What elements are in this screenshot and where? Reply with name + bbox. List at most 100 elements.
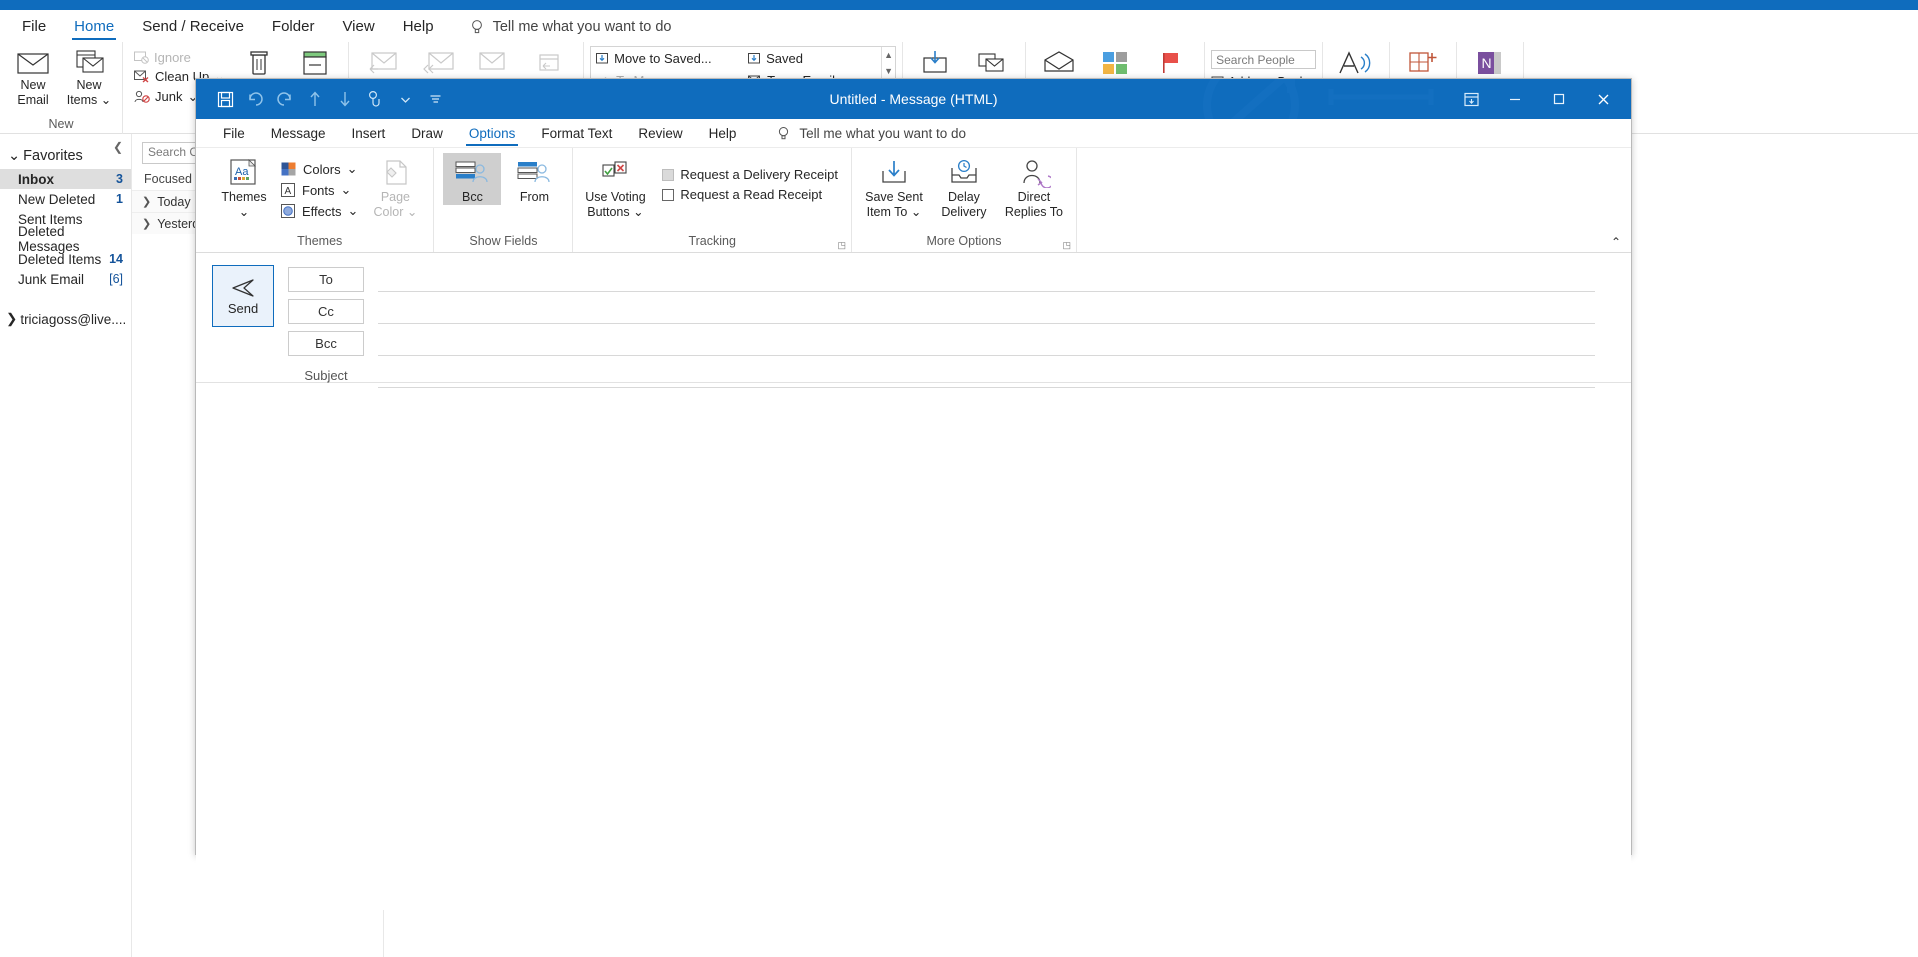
reply-button[interactable]: [355, 46, 409, 78]
up-icon[interactable]: [302, 86, 328, 112]
save-icon[interactable]: [212, 86, 238, 112]
move-icon: [921, 48, 951, 78]
msg-tab-draw[interactable]: Draw: [398, 124, 456, 147]
undo-icon[interactable]: [242, 86, 268, 112]
follow-up-button[interactable]: [1144, 46, 1198, 78]
tab-help[interactable]: Help: [389, 15, 448, 42]
msg-tell-me-search[interactable]: Tell me what you want to do: [777, 126, 966, 147]
save-sent-item-to-button[interactable]: Save Sent Item To ⌄: [861, 153, 927, 220]
delete-button[interactable]: [232, 46, 286, 78]
touch-mode-icon[interactable]: [362, 86, 388, 112]
scroll-down-icon[interactable]: ▼: [882, 63, 895, 79]
delay-delivery-button[interactable]: Delay Delivery: [931, 153, 997, 220]
from-toggle-button[interactable]: From: [505, 153, 563, 205]
tab-file[interactable]: File: [8, 15, 60, 42]
cc-button[interactable]: Cc: [288, 299, 364, 324]
rules-button[interactable]: [965, 46, 1019, 78]
redo-icon[interactable]: [272, 86, 298, 112]
sidebar-item-deleted-items[interactable]: Deleted Items 14: [0, 249, 131, 269]
tab-view[interactable]: View: [328, 15, 388, 42]
chevron-down-icon: ⌄: [340, 182, 352, 197]
tab-home[interactable]: Home: [60, 15, 128, 42]
favorites-label: Favorites: [23, 148, 83, 164]
sidebar-item-junk-email[interactable]: Junk Email [6]: [0, 269, 131, 289]
unread-read-button[interactable]: [1032, 46, 1086, 78]
categorize-button[interactable]: [1088, 46, 1142, 78]
flag-icon: [1158, 48, 1184, 78]
scroll-up-icon[interactable]: ▲: [882, 47, 895, 63]
fonts-button[interactable]: A Fonts ⌄: [277, 180, 362, 200]
msg-tab-format-text[interactable]: Format Text: [528, 124, 625, 147]
new-items-button[interactable]: New Items ⌄: [62, 46, 116, 108]
tab-send-receive[interactable]: Send / Receive: [128, 15, 258, 42]
message-window-title-bar[interactable]: Untitled - Message (HTML): [196, 79, 1631, 119]
down-icon[interactable]: [332, 86, 358, 112]
request-read-receipt-checkbox[interactable]: Request a Read Receipt: [658, 185, 842, 204]
onenote-button[interactable]: N: [1463, 46, 1517, 78]
to-button[interactable]: To: [288, 267, 364, 292]
sidebar-item-deleted-messages[interactable]: Deleted Messages: [0, 224, 131, 254]
bcc-toggle-button[interactable]: Bcc: [443, 153, 502, 205]
read-aloud-button[interactable]: [1329, 46, 1383, 78]
more-options-dialog-launcher-icon[interactable]: ◳: [1062, 240, 1071, 251]
themes-button[interactable]: Aa Themes ⌄: [215, 153, 273, 220]
subject-input[interactable]: [378, 363, 1595, 388]
reply-all-button[interactable]: [411, 46, 465, 78]
new-email-button[interactable]: New Email: [6, 46, 60, 108]
ignore-button[interactable]: Ignore: [129, 48, 230, 66]
tracking-dialog-launcher-icon[interactable]: ◳: [837, 240, 846, 251]
quick-step-saved[interactable]: Saved: [743, 47, 895, 69]
sidebar-item-count: [6]: [109, 272, 123, 286]
maximize-button[interactable]: [1537, 83, 1581, 115]
themes-label: Themes: [221, 190, 267, 204]
tell-me-label: Tell me what you want to do: [492, 19, 672, 35]
move-button[interactable]: [909, 46, 963, 78]
chevron-right-icon[interactable]: ❯: [142, 217, 151, 230]
tab-folder[interactable]: Folder: [258, 15, 329, 42]
sidebar-item-account[interactable]: ❯ triciagoss@live....: [0, 289, 131, 327]
ribbon-group-new: New Email New Items ⌄ New: [0, 42, 123, 134]
quick-step-move-to-saved[interactable]: Move to Saved...: [591, 47, 743, 69]
msg-tab-options[interactable]: Options: [456, 124, 529, 147]
colors-button[interactable]: Colors ⌄: [277, 159, 362, 179]
sidebar-item-inbox[interactable]: Inbox 3: [0, 169, 131, 189]
customize-icon[interactable]: [422, 86, 448, 112]
ribbon-display-options-button[interactable]: [1449, 83, 1493, 115]
collapse-folder-pane-icon[interactable]: ❮: [113, 140, 123, 154]
get-addins-button[interactable]: [1396, 46, 1450, 78]
tell-me-search[interactable]: Tell me what you want to do: [470, 19, 672, 42]
direct-replies-to-button[interactable]: Direct Replies To: [1001, 153, 1067, 220]
page-color-button[interactable]: Page Color ⌄: [366, 153, 424, 220]
archive-button[interactable]: [288, 46, 342, 78]
chevron-right-icon[interactable]: ❯: [142, 195, 151, 208]
bcc-field-row: Bcc: [288, 331, 1631, 356]
favorites-header[interactable]: ⌄ Favorites: [0, 134, 131, 169]
msg-tab-message[interactable]: Message: [258, 124, 339, 147]
bcc-input[interactable]: [378, 331, 1595, 356]
message-body-editor[interactable]: [196, 383, 1631, 910]
use-voting-buttons-button[interactable]: Use Voting Buttons ⌄: [582, 153, 648, 220]
close-button[interactable]: [1581, 83, 1625, 115]
msg-tab-file[interactable]: File: [210, 124, 258, 147]
msg-tab-review[interactable]: Review: [625, 124, 695, 147]
bcc-button[interactable]: Bcc: [288, 331, 364, 356]
forward-button[interactable]: [467, 46, 521, 78]
outlook-ribbon-tabs: File Home Send / Receive Folder View Hel…: [0, 10, 1918, 42]
chevron-down-icon[interactable]: [392, 86, 418, 112]
send-button[interactable]: Send: [212, 265, 274, 327]
window-controls: [1449, 79, 1625, 119]
search-people-input[interactable]: Search People: [1211, 50, 1317, 69]
to-input[interactable]: [378, 267, 1595, 292]
rules-icon: [977, 48, 1007, 78]
collapse-ribbon-icon[interactable]: ⌃: [1611, 235, 1621, 249]
svg-text:A: A: [285, 186, 292, 197]
effects-button[interactable]: Effects ⌄: [277, 201, 362, 221]
cc-input[interactable]: [378, 299, 1595, 324]
request-delivery-receipt-checkbox[interactable]: Request a Delivery Receipt: [658, 165, 842, 184]
effects-label: Effects: [302, 203, 342, 219]
effects-icon: [281, 204, 296, 218]
minimize-button[interactable]: [1493, 83, 1537, 115]
sidebar-item-new-deleted[interactable]: New Deleted 1: [0, 189, 131, 209]
msg-tab-help[interactable]: Help: [696, 124, 750, 147]
msg-tab-insert[interactable]: Insert: [339, 124, 399, 147]
